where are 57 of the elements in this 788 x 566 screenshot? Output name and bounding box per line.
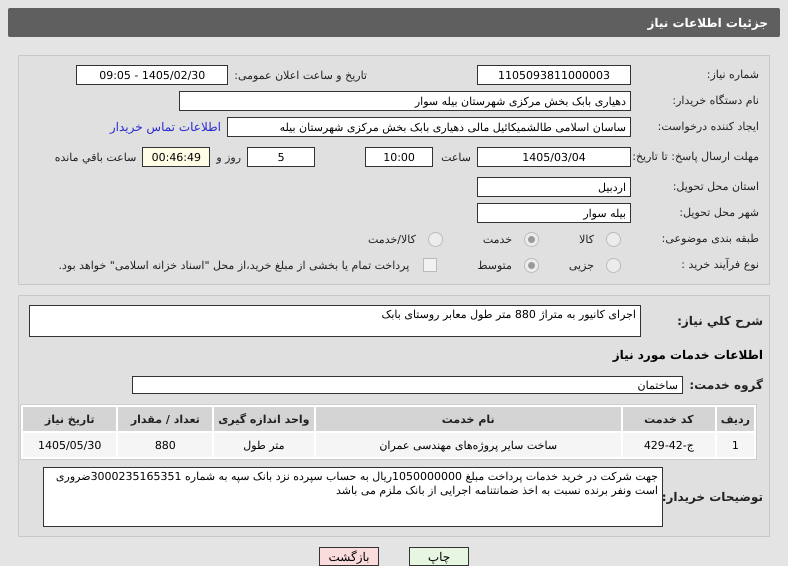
remaining-time-field: 00:46:49 [142,147,210,167]
field-label: نوع فرآیند خرید : [680,258,759,272]
field-label: مهلت ارسال پاسخ: تا تاریخ: [631,150,759,164]
description-box: اجرای کانیور به متراژ 880 متر طول معابر روستای بابک [29,305,641,337]
field-label: ایجاد کننده درخواست: [656,120,759,134]
requester-field: ساسان اسلامی طالشمیکائیل مالی دهیاری بابک بخش مرکزی شهرستان بیله [227,117,631,137]
page-title: جزئیات اطلاعات نیاز [647,16,768,30]
buyer-name-field: دهیاری بابک بخش مرکزی شهرستان بیله سوار [179,91,631,111]
column-header: تاریخ نیاز [23,407,116,431]
field-label: شهر محل تحویل: [678,206,759,220]
field-label: گروه خدمت: [688,378,763,392]
payment-note: پرداخت تمام یا بخشی از مبلغ خرید،از محل "اسناد خزانه اسلامی" خواهد بود. [58,258,410,272]
radio-button[interactable] [524,232,540,246]
field-label: توضیحات خریدار: [663,490,763,504]
table-cell: ساخت سایر پروژه‌های مهندسی عمران [316,433,621,457]
city-field: بیله سوار [477,203,631,223]
radio-button[interactable] [606,258,621,272]
field-label: ساعت باقي مانده [54,150,136,164]
radio-label: کالا/خدمت [368,232,416,246]
radio-label: کالا [579,232,594,246]
radio-label: خدمت [482,232,512,246]
table-cell: 1 [716,433,754,457]
need-number-field: 1105093811000003 [477,65,631,85]
field-label: استان محل تحویل: [672,180,759,194]
column-header: کد خدمت [622,407,715,431]
days-field: 5 [247,147,316,167]
column-header: نام خدمت [316,407,621,431]
radio-button[interactable] [606,232,621,246]
table-cell: ج-42-429 [622,433,715,457]
province-field: اردبیل [477,177,631,197]
field-label: تاریخ و ساعت اعلان عمومی: [234,68,367,82]
column-header: ردیف [716,407,754,431]
field-label: نام دستگاه خریدار: [671,94,759,108]
radio-label: متوسط [477,258,512,272]
field-label: شرح کلي نیاز: [676,314,763,328]
field-label: طبقه بندی موضوعی: [660,232,759,246]
field-label: روز و [216,150,242,164]
radio-button[interactable] [524,258,539,272]
service-group-field: ساختمان [132,376,683,394]
deadline-time-field: 10:00 [365,147,434,167]
column-header: واحد اندازه گیری [214,407,314,431]
column-header: تعداد / مقدار [118,407,212,431]
back-button[interactable]: بازگشت [319,547,379,566]
field-label: شماره نیاز: [706,68,759,82]
table-cell: متر طول [214,433,314,457]
table-cell: 1405/05/30 [23,433,116,457]
checkbox[interactable] [423,258,438,272]
radio-button[interactable] [428,232,443,246]
radio-label: جزیی [568,258,594,272]
print-button[interactable]: چاپ [409,547,469,566]
buyer-notes-box: جهت شرکت در خرید خدمات پرداخت مبلغ 1050000000ریال به حساب سپرده نزد بانک سپه به شماره 3000235165351ضروری است ونفر برنده نسبت به اخذ ضمانتنامه اجرایی از بانک ملزم می باشد [43,467,663,527]
section-heading: اطلاعات خدمات مورد نیاز [612,348,763,362]
buyer-contact-link[interactable]: اطلاعات تماس خریدار [110,120,221,134]
announce-date-field: 1405/02/30 - 09:05 [76,65,228,85]
deadline-date-field: 1405/03/04 [477,147,631,167]
field-label: ساعت [441,150,471,164]
table-cell: 880 [118,433,212,457]
